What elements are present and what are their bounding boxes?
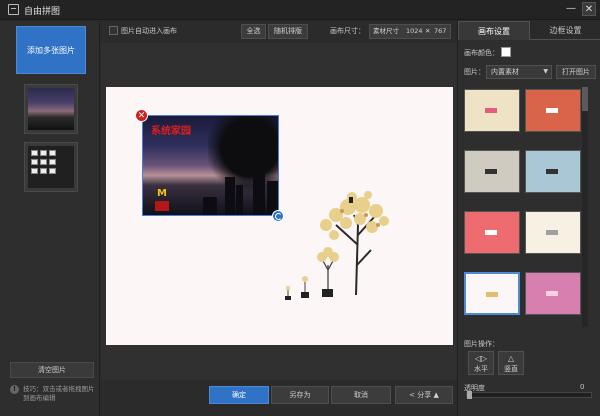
mcdonalds-logo: M <box>157 188 167 199</box>
grid-thumbnail <box>28 146 74 188</box>
chevron-down-icon: ▼ <box>543 68 548 75</box>
photo-caption: 系统家园 <box>151 126 191 137</box>
image-label: 图片： <box>464 68 485 76</box>
share-button[interactable]: < 分享 ▲ <box>395 386 453 404</box>
night-city-thumbnail <box>28 88 74 130</box>
canvas-color-swatch[interactable] <box>501 47 511 57</box>
cancel-button[interactable]: 取消 <box>331 386 391 404</box>
auto-canvas-label: 图片自动进入画布 <box>121 27 177 35</box>
flip-horizontal-button[interactable]: ◁▷ 水平 <box>468 351 494 375</box>
material-thumbnail[interactable] <box>525 272 581 315</box>
open-image-button[interactable]: 打开图片 <box>556 65 596 79</box>
tab-border-settings[interactable]: 边框设置 <box>530 21 600 40</box>
ok-button[interactable]: 确定 <box>209 386 269 404</box>
times-icon: ✕ <box>425 27 431 35</box>
info-icon: ! <box>10 385 19 394</box>
minimize-button[interactable]: — <box>564 2 578 16</box>
app-icon <box>8 4 19 15</box>
canvas-size-field[interactable]: 素材尺寸 1024 ✕ 767 <box>369 24 451 39</box>
canvas-toolbar: 图片自动进入画布 全选 随机排版 画布尺寸： 素材尺寸 1024 ✕ 767 <box>101 21 457 43</box>
add-images-button[interactable]: 添加多张图片 <box>16 26 86 74</box>
slider-handle[interactable] <box>467 391 472 399</box>
save-as-button[interactable]: 另存为 <box>271 386 329 404</box>
select-all-button[interactable]: 全选 <box>241 24 266 39</box>
material-thumbnail[interactable] <box>464 150 520 193</box>
auto-canvas-checkbox[interactable] <box>109 26 118 35</box>
share-icon: < <box>409 391 415 399</box>
opacity-slider[interactable] <box>466 391 592 399</box>
random-layout-button[interactable]: 随机排版 <box>268 24 308 39</box>
image-thumbnail[interactable] <box>24 84 78 134</box>
canvas-size-label: 画布尺寸： <box>330 27 365 35</box>
tab-canvas-settings[interactable]: 画布设置 <box>458 21 530 40</box>
size-mode: 素材尺寸 <box>373 27 399 35</box>
delete-icon[interactable]: ✕ <box>135 109 148 122</box>
material-thumbnail[interactable] <box>464 211 520 254</box>
material-accent <box>485 169 497 174</box>
material-accent <box>546 108 558 113</box>
width-value[interactable]: 1024 <box>406 25 423 38</box>
caret-up-icon: ▲ <box>433 391 439 399</box>
material-accent <box>546 291 558 296</box>
canvas-color-label: 画布颜色： <box>464 49 499 57</box>
window-title: 自由拼图 <box>24 7 61 17</box>
material-thumbnail[interactable] <box>525 211 581 254</box>
close-button[interactable]: ✕ <box>582 2 596 16</box>
material-accent <box>486 292 498 297</box>
tree-illustration <box>285 191 389 300</box>
material-thumbnail[interactable] <box>525 89 581 132</box>
material-accent <box>485 108 497 113</box>
left-panel: 添加多张图片 清空图片 ! 技巧：双击或者拖拽图片到画布编辑 <box>0 21 100 416</box>
flip-vertical-button[interactable]: △ 竖直 <box>498 351 524 375</box>
title-bar: 自由拼图 — ✕ <box>0 0 600 20</box>
material-thumbnail[interactable] <box>464 272 520 315</box>
height-value[interactable]: 767 <box>434 25 446 38</box>
material-accent <box>485 230 497 235</box>
material-thumbnail[interactable] <box>464 89 520 132</box>
image-thumbnail[interactable] <box>24 142 78 192</box>
tip-text: ! 技巧：双击或者拖拽图片到画布编辑 <box>10 385 96 403</box>
flip-vertical-icon: △ <box>507 354 515 363</box>
gallery-scrollbar[interactable] <box>582 87 588 327</box>
material-accent <box>546 230 558 235</box>
image-source-select[interactable]: 内置素材 ▼ <box>486 65 552 79</box>
canvas-photo[interactable]: 系统家园 M <box>142 115 279 216</box>
collage-canvas[interactable]: 系统家园 M ✕ <box>106 87 453 345</box>
opacity-value: 0 <box>580 383 585 391</box>
bottom-bar: 确定 另存为 取消 < 分享 ▲ <box>101 380 457 416</box>
right-panel: 画布设置 边框设置 画布颜色： 图片： 内置素材 ▼ 打开图片 图片操作： ◁▷… <box>457 21 600 416</box>
material-gallery <box>464 87 588 327</box>
store-sign <box>155 201 169 211</box>
material-thumbnail[interactable] <box>525 150 581 193</box>
canvas-area: 系统家园 M ✕ <box>101 43 457 380</box>
image-ops-label: 图片操作： <box>464 340 499 348</box>
material-accent <box>546 169 558 174</box>
clear-images-button[interactable]: 清空图片 <box>10 362 94 378</box>
flip-horizontal-icon: ◁▷ <box>474 354 488 363</box>
